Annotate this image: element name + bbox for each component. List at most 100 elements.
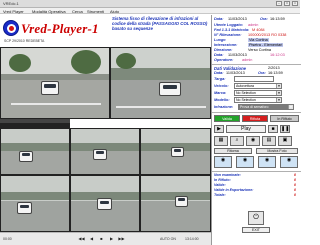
time-extra: 13:14:00 xyxy=(185,237,199,241)
count-label: Valide: xyxy=(214,183,226,187)
operatore-value: admin xyxy=(242,58,253,62)
camera-image-2[interactable] xyxy=(110,47,211,119)
prev-icon[interactable]: ◀ xyxy=(88,236,95,242)
val-data-value: 11/03/2013 xyxy=(226,71,245,75)
data2-value: 11/03/2013 xyxy=(228,53,247,57)
chevron-down-icon[interactable]: ▼ xyxy=(288,105,293,109)
pause-icon[interactable]: ❚❚ xyxy=(280,125,290,133)
matricola-label: Fed 1.3.1 Matricola: xyxy=(214,28,250,32)
count-value: 0 xyxy=(294,188,296,192)
veicolo-label: Veicolo: xyxy=(214,84,229,88)
site-title: Sistema fisso di rilevazione di infrazio… xyxy=(112,16,208,31)
marca-value: No Selection xyxy=(236,91,256,95)
val-ora-label: Ora: xyxy=(258,71,266,75)
sequence-frame-6[interactable] xyxy=(140,175,211,232)
menu-vred-player[interactable]: Vred Player xyxy=(3,9,24,14)
marca-select[interactable]: No Selection ▼ xyxy=(234,90,282,96)
camera-icon[interactable]: ◉ xyxy=(236,156,254,168)
time-left: 00:00 xyxy=(3,237,12,241)
sequence-frame-5[interactable] xyxy=(70,175,140,232)
car xyxy=(97,198,112,210)
intersezione-label: Intersezione: xyxy=(214,43,238,47)
stop-icon[interactable]: ■ xyxy=(268,125,278,133)
modello-value: No Selection xyxy=(236,98,256,102)
save-icon[interactable]: ▣ xyxy=(278,136,292,146)
print-icon[interactable]: ▤ xyxy=(262,136,276,146)
camera-icon[interactable]: ◉ xyxy=(246,136,260,146)
modello-select[interactable]: No Selection ▼ xyxy=(234,97,282,103)
right-panel: Data: 11/03/2013 Ora: 16:13:59 Utente Lo… xyxy=(211,15,301,245)
logo-text: Vred-Player-1 xyxy=(21,21,99,36)
targa-input[interactable] xyxy=(234,76,274,82)
menu-strumenti[interactable]: Strumenti xyxy=(87,9,104,14)
mostra-foto-button[interactable]: Mostra Foto xyxy=(256,148,298,154)
rewind-icon[interactable]: ◀◀ xyxy=(78,236,85,242)
play-button[interactable]: Play xyxy=(226,125,266,133)
valida-button[interactable]: Valida xyxy=(214,115,240,122)
exit-button[interactable]: EXIT xyxy=(242,227,270,233)
data-label: Data: xyxy=(214,17,224,21)
count-row: Totale: 0 xyxy=(214,193,299,198)
operatore-label: Operatore: xyxy=(214,58,234,62)
camera-icon[interactable]: ◉ xyxy=(280,156,298,168)
count-label: Non esaminate: xyxy=(214,173,241,177)
in-rifiuto-button[interactable]: In Rifiuto xyxy=(270,115,299,122)
car xyxy=(19,151,33,162)
count-label: In Rifiuto: xyxy=(214,178,231,182)
targa-label: Targa: xyxy=(214,77,226,81)
sequence-frame-3[interactable] xyxy=(140,128,211,175)
validazione-number: 2/2013 xyxy=(268,66,280,70)
play-icon[interactable]: ▶ xyxy=(214,125,224,133)
play-label: Play xyxy=(241,126,251,132)
modello-label: Modello: xyxy=(214,98,230,102)
matricola-value: M 4084 xyxy=(252,28,265,32)
count-value: 0 xyxy=(294,183,296,187)
val-ora-value: 16:13:59 xyxy=(268,71,283,75)
veicolo-select[interactable]: Autovettura ▼ xyxy=(234,83,282,89)
chevron-down-icon[interactable]: ▼ xyxy=(276,84,281,88)
close-icon[interactable]: × xyxy=(292,1,298,6)
infrazione-select[interactable]: Prova di semaforo ▼ xyxy=(238,104,294,110)
camera-icon[interactable]: ◉ xyxy=(214,156,232,168)
data2-label: Data: xyxy=(214,53,224,57)
exit-icon[interactable]: ⏻ xyxy=(248,211,264,225)
stop-icon[interactable]: ■ xyxy=(98,236,105,242)
play-icon[interactable]: ▶ xyxy=(108,236,115,242)
logo-area: Vred-Player-1 SCP 29/2010 REDEBETA xyxy=(0,15,110,47)
count-label: Totale: xyxy=(214,193,226,197)
maximize-icon[interactable]: □ xyxy=(284,1,290,6)
sequence-frame-2[interactable] xyxy=(70,128,140,175)
car xyxy=(175,196,188,207)
val-data-label: Data: xyxy=(214,71,224,75)
car xyxy=(171,147,184,157)
rilevazione-label: N° Rilevazione: xyxy=(214,33,242,37)
zoom-icon[interactable]: ⌕ xyxy=(230,136,244,146)
sequence-frame-1[interactable] xyxy=(0,128,70,175)
calendar-icon[interactable]: ▦ xyxy=(214,136,228,146)
ora-label: Ora: xyxy=(260,17,268,21)
camera-icon[interactable]: ◉ xyxy=(258,156,276,168)
marca-label: Marca: xyxy=(214,91,227,95)
camera-image-1[interactable] xyxy=(0,47,110,119)
luogo-label: Luogo xyxy=(214,38,226,42)
car xyxy=(93,149,107,160)
car xyxy=(159,82,181,96)
count-value: 0 xyxy=(294,173,296,177)
data-value: 11/03/2013 xyxy=(228,17,247,21)
chevron-down-icon[interactable]: ▼ xyxy=(276,98,281,102)
infrazione-value: Prova di semaforo xyxy=(240,105,269,109)
menu-aiuto[interactable]: Aiuto xyxy=(110,9,119,14)
minimize-icon[interactable]: – xyxy=(276,1,282,6)
next-icon[interactable]: ▶▶ xyxy=(118,236,125,242)
count-value: 0 xyxy=(294,178,296,182)
ritorna-button[interactable]: Ritorna xyxy=(214,148,252,154)
ora-value: 16:13:59 xyxy=(270,17,285,21)
chevron-down-icon[interactable]: ▼ xyxy=(276,91,281,95)
sequence-frame-4[interactable] xyxy=(0,175,70,232)
menu-bar: Vred Player Modalità Operativa Cerca Str… xyxy=(0,8,300,14)
car xyxy=(17,202,32,214)
rifiuta-button[interactable]: Rifiuta xyxy=(242,115,268,122)
menu-cerca[interactable]: Cerca xyxy=(72,9,83,14)
count-label: Valide in Esportazione: xyxy=(214,188,254,192)
menu-modalita-operativa[interactable]: Modalità Operativa xyxy=(32,9,66,14)
